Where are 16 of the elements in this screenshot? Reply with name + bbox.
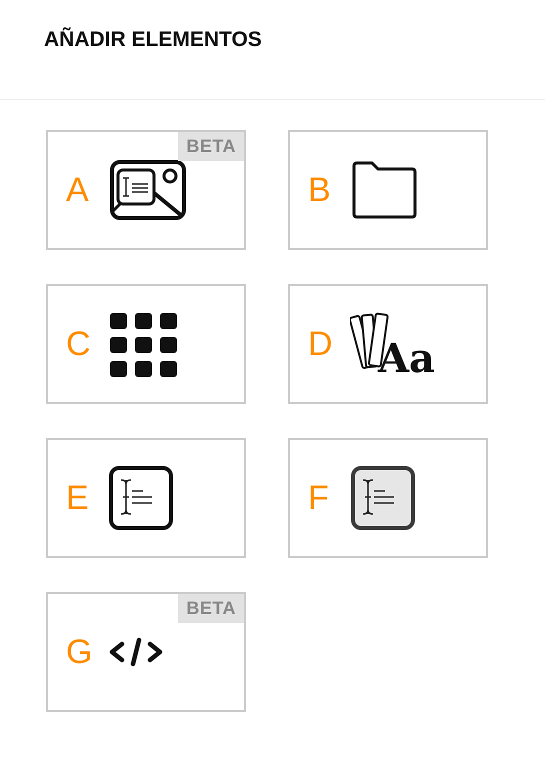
element-button[interactable]: B — [288, 130, 488, 250]
grid-icon — [108, 311, 178, 377]
code-icon — [108, 636, 164, 668]
element-button[interactable]: F — [288, 438, 488, 558]
element-button[interactable]: A BETA — [46, 130, 246, 250]
folder-icon — [350, 160, 418, 220]
image-text-icon — [108, 158, 188, 222]
filled-text-box-icon — [350, 465, 416, 531]
beta-badge: BETA — [178, 132, 244, 161]
element-button[interactable]: C — [46, 284, 246, 404]
element-button[interactable]: G BETA — [46, 592, 246, 712]
element-button[interactable]: D Aa — [288, 284, 488, 404]
element-button[interactable]: E — [46, 438, 246, 558]
panel-title: AÑADIR ELEMENTOS — [44, 28, 263, 52]
text-box-icon — [108, 465, 174, 531]
beta-badge: BETA — [178, 594, 244, 623]
